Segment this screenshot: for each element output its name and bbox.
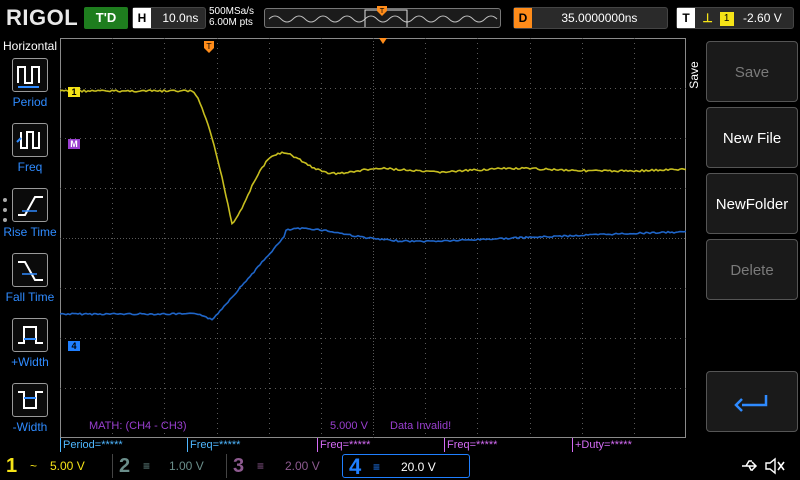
memory-depth: 6.00M pts	[209, 17, 253, 28]
math-offset-marker[interactable]: M	[68, 139, 80, 149]
ch4-scale: 20.0 V	[401, 460, 436, 474]
ch2-status[interactable]: 2 ≡ 1.00 V	[112, 454, 224, 478]
ch1-scale: 5.00 V	[50, 459, 85, 473]
ch1-offset-marker[interactable]: 1	[68, 87, 80, 97]
center-time-marker	[379, 38, 387, 44]
period-label: Period	[12, 95, 48, 109]
trigger-edge-icon: ⊥	[702, 11, 713, 25]
delay-box[interactable]: D 35.0000000ns	[513, 7, 668, 29]
measure-positive-width-button[interactable]: +Width	[0, 318, 60, 369]
top-status-bar: RIGOL T'D H 10.0ns 500MSa/s 6.00M pts T …	[0, 0, 800, 38]
math-scale: 5.000 V	[330, 420, 368, 432]
ch4-coupling-icon: ≡	[373, 460, 381, 474]
trigger-position-marker: T	[376, 4, 388, 16]
period-pulse-icon	[12, 58, 48, 92]
ch1-trace	[60, 88, 686, 226]
sample-rate: 500MSa/s	[209, 6, 255, 17]
timebase-value: 10.0ns	[162, 11, 199, 25]
waveform-display[interactable]: 1 M 4 T MATH: (CH4 - CH3) 5.000 V Data I…	[60, 38, 692, 438]
horizontal-timebase-box[interactable]: H 10.0ns	[132, 7, 206, 29]
rise-time-label: Rise Time	[3, 225, 57, 239]
measure-fall-time-button[interactable]: Fall Time	[0, 253, 60, 304]
menu-side-title: Save	[687, 61, 701, 89]
measurement-item[interactable]: Freq=*****	[444, 438, 570, 452]
freq-label: Freq	[17, 160, 43, 174]
measurement-results-bar: Period=***** Freq=***** Freq=***** Freq=…	[60, 438, 686, 452]
ch2-number: 2	[119, 455, 131, 477]
math-info: MATH: (CH4 - CH3)	[89, 420, 187, 432]
frequency-pulse-icon	[12, 123, 48, 157]
new-folder-button[interactable]: NewFolder	[706, 173, 798, 234]
ch4-trace	[60, 226, 686, 321]
usb-icon	[740, 457, 760, 475]
right-softkey-menu: Save Save New File NewFolder Delete	[686, 38, 800, 458]
left-measure-menu: Horizontal Period Freq Rise Time Fall Ti…	[0, 38, 60, 458]
positive-width-icon	[12, 318, 48, 352]
ch2-scale: 1.00 V	[169, 459, 204, 473]
math-expression: MATH: (CH4 - CH3)	[89, 420, 187, 432]
measure-period-button[interactable]: Period	[0, 58, 60, 109]
measure-negative-width-button[interactable]: -Width	[0, 383, 60, 434]
new-file-button[interactable]: New File	[706, 107, 798, 168]
ch4-status[interactable]: 4 ≡ 20.0 V	[342, 454, 470, 479]
measurement-item[interactable]: +Duty=*****	[572, 438, 686, 452]
svg-text:T: T	[379, 7, 385, 15]
ch1-status[interactable]: 1 ~ 5.00 V	[0, 454, 110, 478]
rise-time-icon	[12, 188, 48, 222]
trigger-time-marker[interactable]: T	[203, 40, 215, 54]
measure-freq-button[interactable]: Freq	[0, 123, 60, 174]
delay-label: D	[514, 8, 532, 28]
ch4-offset-marker[interactable]: 4	[68, 341, 80, 351]
waveform-traces	[60, 88, 686, 321]
trigger-status-badge: T'D	[84, 7, 128, 29]
speaker-muted-icon[interactable]	[764, 456, 786, 476]
fall-time-label: Fall Time	[5, 290, 55, 304]
negative-width-label: -Width	[12, 420, 48, 434]
trigger-source-icon: 1	[719, 11, 734, 26]
trigger-box[interactable]: T ⊥ 1 -2.60 V	[676, 7, 794, 29]
channel-status-bar: 1 ~ 5.00 V 2 ≡ 1.00 V 3 ≡ 2.00 V 4 ≡ 20.…	[0, 452, 800, 480]
horizontal-label: H	[133, 8, 151, 28]
ch3-number: 3	[233, 455, 245, 477]
trigger-level: -2.60 V	[743, 11, 782, 25]
menu-title: Horizontal	[2, 39, 58, 53]
acquisition-info: 500MSa/s 6.00M pts	[209, 6, 254, 28]
brand-logo: RIGOL	[6, 5, 79, 30]
positive-width-label: +Width	[11, 355, 49, 369]
negative-width-icon	[12, 383, 48, 417]
save-button[interactable]: Save	[706, 41, 798, 102]
trigger-label: T	[677, 8, 695, 28]
back-button[interactable]	[706, 371, 798, 432]
ch4-number: 4	[349, 454, 362, 479]
measurement-item[interactable]: Freq=*****	[317, 438, 442, 452]
ch3-scale: 2.00 V	[285, 459, 320, 473]
return-arrow-icon	[734, 395, 768, 412]
ch2-coupling-icon: ≡	[143, 459, 151, 473]
measurement-item[interactable]: Period=*****	[60, 438, 185, 452]
ch3-status[interactable]: 3 ≡ 2.00 V	[226, 454, 340, 478]
measure-rise-time-button[interactable]: Rise Time	[0, 188, 60, 239]
measurement-item[interactable]: Freq=*****	[187, 438, 315, 452]
ch1-coupling: ~	[30, 459, 38, 473]
delete-button[interactable]: Delete	[706, 239, 798, 300]
delay-value: 35.0000000ns	[561, 11, 638, 25]
ch1-number: 1	[6, 455, 18, 477]
fall-time-icon	[12, 253, 48, 287]
svg-text:T: T	[206, 42, 212, 51]
ch3-coupling-icon: ≡	[257, 459, 265, 473]
math-status: Data Invalid!	[390, 420, 452, 432]
